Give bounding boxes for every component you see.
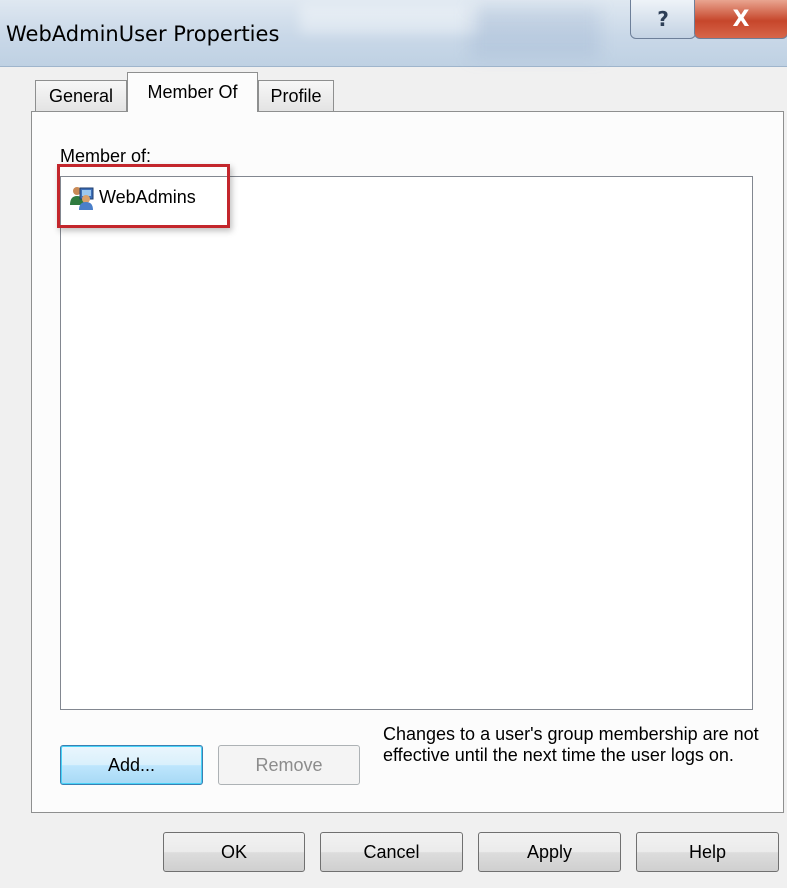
tab-profile[interactable]: Profile [258,80,334,112]
tab-profile-label: Profile [270,86,322,106]
tab-member-of[interactable]: Member Of [127,72,258,112]
titlebar-glass-blur [470,8,600,58]
help-button-label: Help [688,841,727,862]
help-button[interactable]: ? [630,0,696,39]
ok-button-label: OK [220,841,247,862]
add-button[interactable]: Add... [60,745,203,785]
question-mark-icon: ? [657,7,669,31]
close-button[interactable]: X [694,0,787,39]
apply-button-label: Apply [526,841,573,862]
tab-general-label: General [48,86,114,106]
title-bar[interactable]: WebAdminUser Properties ? X [0,0,787,67]
help-dialog-button[interactable]: Help [636,832,779,872]
remove-button-label: Remove [255,754,323,775]
remove-button[interactable]: Remove [218,745,360,785]
add-button-label: Add... [107,754,156,775]
titlebar-glass-blur [300,4,480,34]
member-of-listbox[interactable] [60,176,753,710]
membership-note: Changes to a user's group membership are… [383,724,759,765]
ok-button[interactable]: OK [163,832,305,872]
tab-general[interactable]: General [35,80,127,112]
apply-button[interactable]: Apply [478,832,621,872]
cancel-button-label: Cancel [363,841,420,862]
tab-member-of-label: Member Of [147,82,238,102]
close-icon: X [732,6,750,32]
window-title: WebAdminUser Properties [6,22,280,46]
properties-dialog: WebAdminUser Properties ? X General Memb… [0,0,787,888]
cancel-button[interactable]: Cancel [320,832,463,872]
highlight-annotation [57,164,230,228]
